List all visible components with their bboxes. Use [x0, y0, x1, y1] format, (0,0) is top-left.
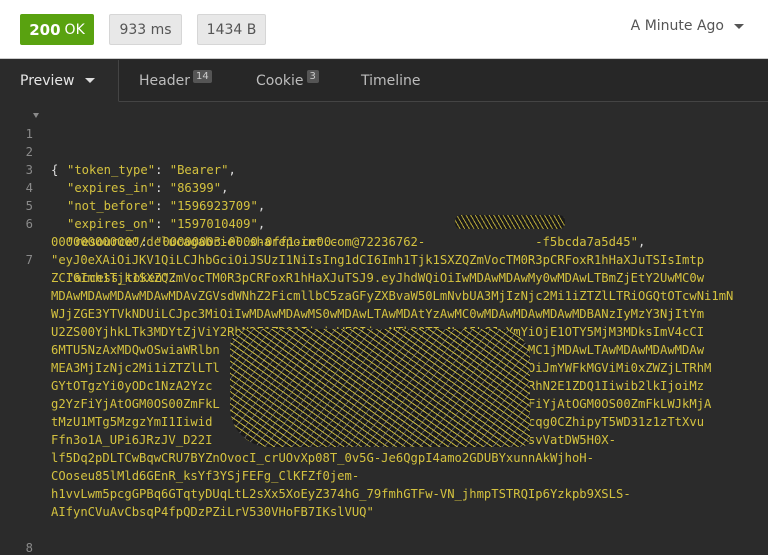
token-line: WJjZGE3YTVkNDUiLCJpc3MiOiIwMDAwMDAwMS0wM… [51, 307, 705, 321]
response-body-viewer[interactable]: 1 { 2 "token_type": "Bearer", 3 "expires… [0, 103, 768, 555]
history-label: A Minute Ago [630, 18, 724, 34]
token-line: COoseu85lMld6GEnR_ksYf3YSjFEFg_ClKFZf0je… [51, 469, 360, 483]
code-line: 2 "token_type": "Bearer", [0, 125, 768, 177]
tab-timeline[interactable]: Timeline [343, 60, 441, 102]
token-line: lf5Dq2pDLTCwBqwCRU7BYZnOvocI_crUOvXp08T_… [51, 451, 594, 465]
tab-header[interactable]: Header 14 [119, 60, 236, 102]
tab-preview-label: Preview [20, 72, 75, 89]
tab-cookie[interactable]: Cookie 3 [236, 60, 343, 102]
tab-preview[interactable]: Preview [0, 60, 119, 102]
token-line: ZCI6Imh1Tjk1SXZQZmVocTM0R3pCRFoxR1hHaXJu… [51, 271, 705, 285]
cookie-count-badge: 3 [306, 69, 319, 83]
status-badge: 200 OK [20, 14, 94, 45]
code-line: 1 { [0, 107, 768, 177]
code-line: 4 "not_before": "1596923709", [0, 161, 768, 213]
code-line-wrap: 000000000000/delucagabriel.sharepoint.co… [0, 215, 768, 249]
chevron-down-icon [734, 23, 744, 29]
status-text: OK [64, 21, 85, 38]
code-line: 7 "access_token": [0, 233, 768, 285]
code-line: 5 "expires_on": "1597010409", [0, 179, 768, 231]
response-time-badge: 933 ms [109, 14, 182, 45]
redacted-region [455, 215, 565, 229]
code-line: 6 "resource": "00000003-0000-0ff1-ce00- [0, 197, 768, 249]
tab-cookie-label: Cookie [256, 73, 304, 89]
fold-arrow-icon[interactable] [33, 113, 39, 118]
response-history-dropdown[interactable]: A Minute Ago [631, 18, 744, 34]
chevron-down-icon [84, 78, 95, 83]
tab-header-label: Header [139, 73, 190, 89]
response-status-bar: 200 OK 933 ms 1434 B A Minute Ago [0, 0, 768, 59]
token-line: "eyJ0eXAiOiJKV1QiLCJhbGciOiJSUzI1NiIsIng… [51, 253, 705, 267]
token-line: AIfynCVuAvCbsqP4fpQDzPZiLrV530VHoFB7IKsl… [51, 505, 374, 519]
response-tabs: Preview Header 14 Cookie 3 Timeline [0, 60, 768, 102]
tab-timeline-label: Timeline [361, 73, 421, 89]
code-line: 8 } [0, 521, 768, 555]
code-line: 3 "expires_in": "86399", [0, 143, 768, 195]
header-count-badge: 14 [192, 69, 212, 83]
token-line: h1vvLwm5pcgGPBq6GTqtyDUqLtL2sXx5XoEyZ374… [51, 487, 631, 501]
token-line: MDAwMDAwMDAwMDAwMDAvZGVsdWNhZ2FicmllbC5z… [51, 289, 734, 303]
response-size-badge: 1434 B [197, 14, 266, 45]
line-number: 8 [25, 541, 33, 555]
redacted-region [230, 329, 530, 447]
status-code: 200 [29, 20, 61, 39]
